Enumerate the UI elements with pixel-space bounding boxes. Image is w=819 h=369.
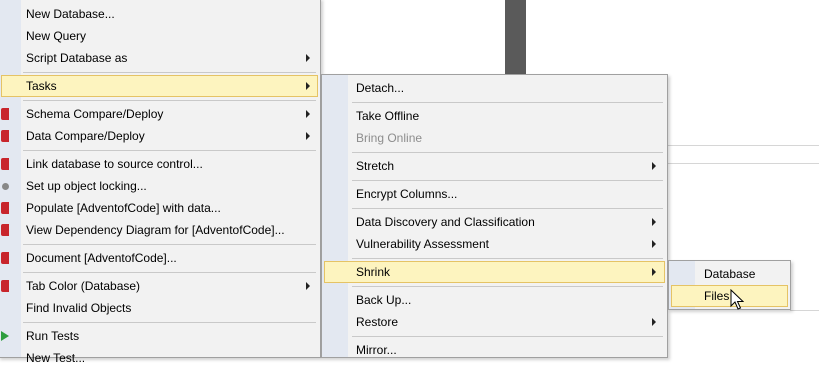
menu-item-document[interactable]: Document [AdventofCode]... bbox=[1, 247, 318, 269]
menu-separator bbox=[352, 180, 663, 181]
menu-item-label: Files bbox=[704, 289, 730, 303]
menu-item-label: Data Discovery and Classification bbox=[356, 215, 535, 229]
menu-separator bbox=[23, 322, 316, 323]
chevron-right-icon bbox=[652, 218, 656, 226]
database-context-menu: New Database... New Query Script Databas… bbox=[0, 0, 321, 365]
redgate-icon bbox=[1, 280, 9, 292]
menu-separator bbox=[352, 152, 663, 153]
menu-item-data-discovery[interactable]: Data Discovery and Classification bbox=[324, 211, 665, 233]
background-grid-line bbox=[668, 163, 819, 164]
menu-item-label: Script Database as bbox=[26, 51, 128, 65]
menu-separator bbox=[23, 100, 316, 101]
chevron-right-icon bbox=[306, 82, 310, 90]
menu-item-label: New Query bbox=[26, 29, 87, 43]
menu-item-label: Populate [AdventofCode] with data... bbox=[26, 201, 221, 215]
menu-separator bbox=[352, 336, 663, 337]
menu-separator bbox=[23, 272, 316, 273]
menu-item-label: Run Tests bbox=[26, 329, 80, 343]
chevron-right-icon bbox=[652, 268, 656, 276]
menu-item-find-invalid-objects[interactable]: Find Invalid Objects bbox=[1, 297, 318, 319]
menu-item-data-compare[interactable]: Data Compare/Deploy bbox=[1, 125, 318, 147]
chevron-right-icon bbox=[306, 282, 310, 290]
menu-item-label: Set up object locking... bbox=[26, 179, 147, 193]
menu-item-label: Find Invalid Objects bbox=[26, 301, 132, 315]
menu-separator bbox=[23, 72, 316, 73]
chevron-right-icon bbox=[306, 132, 310, 140]
menu-item-label: Schema Compare/Deploy bbox=[26, 107, 164, 121]
menu-item-label: Link database to source control... bbox=[26, 157, 203, 171]
menu-item-new-test[interactable]: New Test... bbox=[1, 347, 318, 369]
menu-item-new-query[interactable]: New Query bbox=[1, 25, 318, 47]
menu-item-label: Database bbox=[704, 267, 756, 281]
menu-separator bbox=[23, 150, 316, 151]
menu-item-label: Encrypt Columns... bbox=[356, 187, 458, 201]
menu-item-bring-online[interactable]: Bring Online bbox=[324, 127, 665, 149]
menu-separator bbox=[352, 208, 663, 209]
menu-item-shrink-database[interactable]: Database bbox=[671, 263, 788, 285]
menu-item-take-offline[interactable]: Take Offline bbox=[324, 105, 665, 127]
redgate-icon bbox=[1, 224, 9, 236]
menu-item-label: Restore bbox=[356, 315, 399, 329]
background-panel-dark bbox=[505, 0, 526, 74]
menu-item-tasks[interactable]: Tasks bbox=[1, 75, 318, 97]
menu-item-label: Bring Online bbox=[356, 131, 423, 145]
redgate-icon bbox=[1, 158, 9, 170]
menu-item-label: Vulnerability Assessment bbox=[356, 237, 489, 251]
menu-item-label: Mirror... bbox=[356, 343, 397, 357]
menu-item-object-locking[interactable]: Set up object locking... bbox=[1, 175, 318, 197]
menu-item-tab-color[interactable]: Tab Color (Database) bbox=[1, 275, 318, 297]
menu-item-label: New Database... bbox=[26, 7, 115, 21]
menu-item-new-database[interactable]: New Database... bbox=[1, 3, 318, 25]
menu-item-label: Stretch bbox=[356, 159, 395, 173]
menu-item-vulnerability-assessment[interactable]: Vulnerability Assessment bbox=[324, 233, 665, 255]
redgate-icon bbox=[1, 202, 9, 214]
menu-item-populate-data[interactable]: Populate [AdventofCode] with data... bbox=[1, 197, 318, 219]
chevron-right-icon bbox=[652, 162, 656, 170]
menu-item-shrink[interactable]: Shrink bbox=[324, 261, 665, 283]
redgate-icon bbox=[1, 252, 9, 264]
menu-item-label: Data Compare/Deploy bbox=[26, 129, 145, 143]
chevron-right-icon bbox=[306, 110, 310, 118]
menu-separator bbox=[352, 102, 663, 103]
menu-item-back-up[interactable]: Back Up... bbox=[324, 289, 665, 311]
menu-item-label: Document [AdventofCode]... bbox=[26, 251, 177, 265]
menu-item-schema-compare[interactable]: Schema Compare/Deploy bbox=[1, 103, 318, 125]
menu-item-label: Tasks bbox=[26, 79, 57, 93]
menu-item-label: Detach... bbox=[356, 81, 405, 95]
menu-separator bbox=[352, 286, 663, 287]
menu-item-stretch[interactable]: Stretch bbox=[324, 155, 665, 177]
menu-item-label: Shrink bbox=[356, 265, 391, 279]
menu-item-encrypt-columns[interactable]: Encrypt Columns... bbox=[324, 183, 665, 205]
chevron-right-icon bbox=[652, 240, 656, 248]
redgate-icon bbox=[1, 130, 9, 142]
menu-separator bbox=[352, 258, 663, 259]
menu-item-script-database-as[interactable]: Script Database as bbox=[1, 47, 318, 69]
menu-item-label: Tab Color (Database) bbox=[26, 279, 141, 293]
menu-item-restore[interactable]: Restore bbox=[324, 311, 665, 333]
background-grid-line bbox=[668, 145, 819, 146]
background-grid-line bbox=[790, 310, 819, 311]
menu-item-mirror[interactable]: Mirror... bbox=[324, 339, 665, 361]
tasks-submenu: Detach... Take Offline Bring Online Stre… bbox=[321, 74, 668, 358]
play-icon bbox=[1, 331, 9, 341]
chevron-right-icon bbox=[306, 54, 310, 62]
gear-icon bbox=[2, 183, 9, 190]
chevron-right-icon bbox=[652, 318, 656, 326]
mouse-pointer-icon bbox=[730, 289, 744, 310]
menu-separator bbox=[23, 244, 316, 245]
menu-item-detach[interactable]: Detach... bbox=[324, 77, 665, 99]
menu-item-label: Back Up... bbox=[356, 293, 412, 307]
menu-item-run-tests[interactable]: Run Tests bbox=[1, 325, 318, 347]
menu-item-dependency-diagram[interactable]: View Dependency Diagram for [AdventofCod… bbox=[1, 219, 318, 241]
menu-item-label: New Test... bbox=[26, 351, 86, 365]
menu-item-link-source-control[interactable]: Link database to source control... bbox=[1, 153, 318, 175]
redgate-icon bbox=[1, 108, 9, 120]
menu-item-label: Take Offline bbox=[356, 109, 420, 123]
menu-item-label: View Dependency Diagram for [AdventofCod… bbox=[26, 223, 285, 237]
